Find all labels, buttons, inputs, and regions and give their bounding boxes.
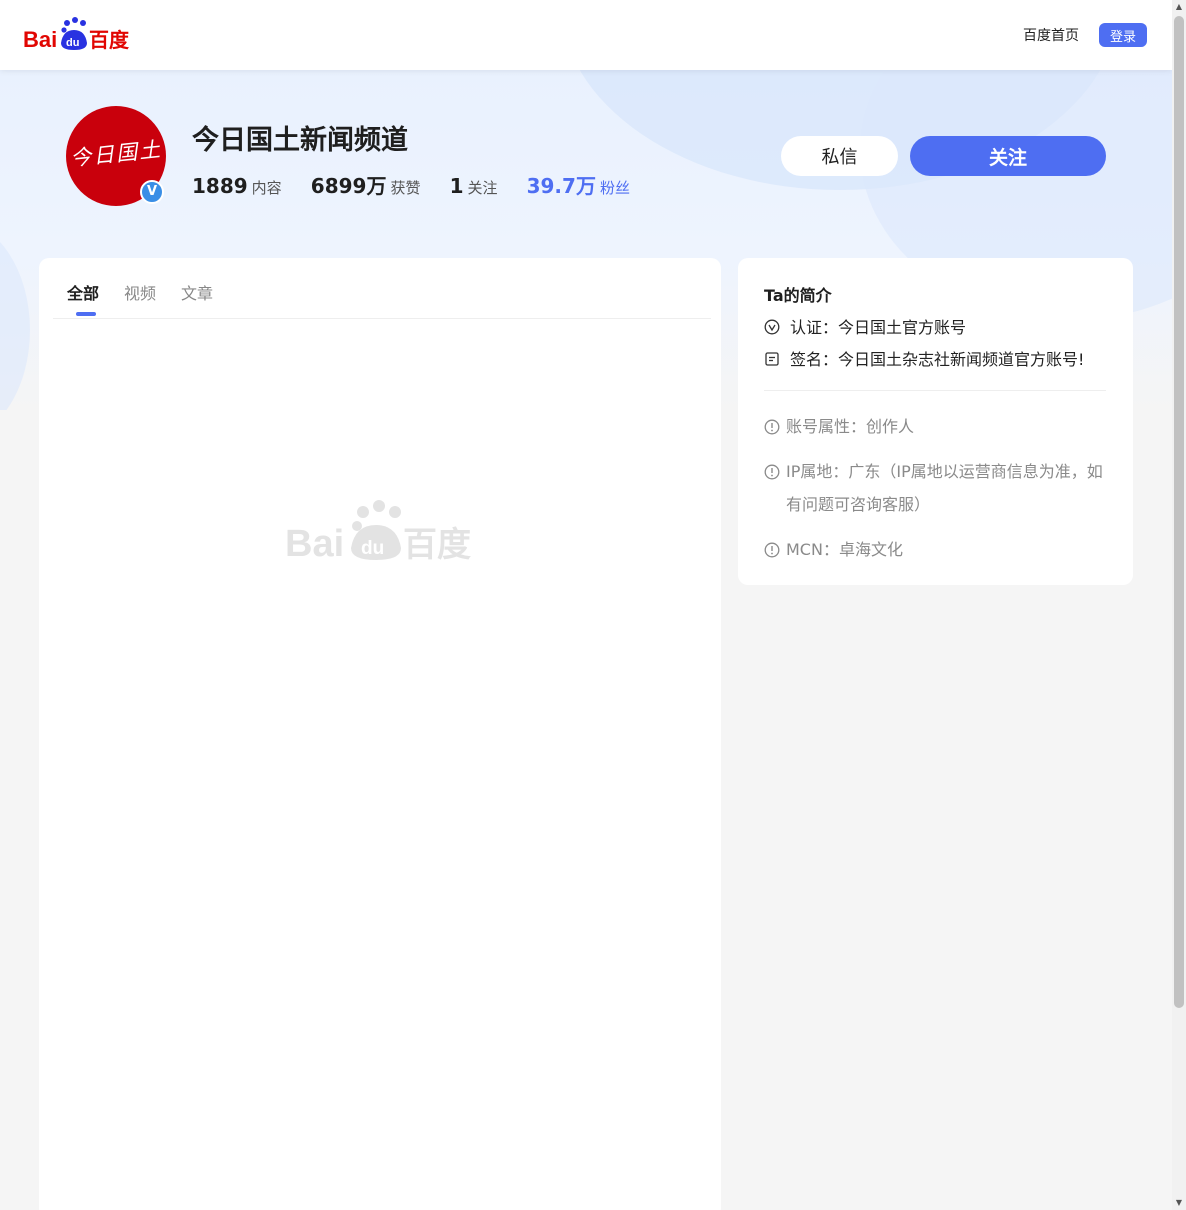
stat-value: 1889 (192, 174, 248, 198)
avatar-calligraphy: 今日国土 (69, 137, 164, 171)
login-button[interactable]: 登录 (1099, 23, 1147, 47)
stat-value: 6899万 (310, 174, 387, 198)
svg-text:Bai: Bai (23, 27, 57, 52)
intro-card: Ta的简介 认证：今日国土官方账号 签名：今日国土杂志社新闻频道官方账号! 账号… (738, 258, 1133, 585)
certification-icon (764, 319, 780, 335)
tab-all[interactable]: 全部 (67, 280, 99, 304)
stat-fans[interactable]: 39.7万 粉丝 (527, 170, 630, 199)
profile-page: Bai du 百度 百度首页 登录 今日国土 V 今日国土新闻频道 1889 内容… (0, 0, 1172, 1210)
stat-value: 1 (449, 174, 464, 198)
intro-divider (764, 390, 1106, 391)
info-icon (764, 419, 780, 435)
account-type-row: 账号属性：创作人 (764, 410, 1109, 443)
verified-badge-icon: V (140, 180, 164, 204)
page-scrollbar[interactable]: ▲ ▼ (1172, 0, 1186, 1210)
content-card: 全部 视频 文章 Bai du 百度 (39, 258, 721, 1210)
top-navigation-bar: Bai du 百度 百度首页 登录 (0, 0, 1172, 70)
stat-label: 获赞 (390, 179, 421, 197)
stat-label: 内容 (251, 179, 282, 197)
svg-text:du: du (66, 37, 79, 49)
signature-text: 签名：今日国土杂志社新闻频道官方账号! (790, 350, 1085, 369)
account-stats: 1889 内容 6899万 获赞 1 关注 39.7万 粉丝 (192, 170, 654, 199)
info-icon (764, 464, 780, 480)
ip-location-text: IP属地：广东（IP属地以运营商信息为准，如有问题可咨询客服） (786, 462, 1103, 514)
tab-article[interactable]: 文章 (181, 280, 213, 304)
tab-video[interactable]: 视频 (124, 280, 156, 304)
account-type-text: 账号属性：创作人 (786, 417, 915, 436)
private-message-button[interactable]: 私信 (781, 136, 898, 176)
svg-text:百度: 百度 (403, 525, 471, 564)
content-tabs: 全部 视频 文章 (53, 258, 711, 319)
mcn-row: MCN：卓海文化 (764, 533, 1109, 566)
stat-content[interactable]: 1889 内容 (192, 174, 282, 198)
follow-button[interactable]: 关注 (910, 136, 1106, 176)
scroll-up-arrow-icon[interactable]: ▲ (1172, 0, 1186, 14)
svg-text:百度: 百度 (89, 28, 129, 52)
svg-text:du: du (361, 538, 384, 559)
account-name: 今日国土新闻频道 (192, 125, 408, 156)
stat-following[interactable]: 1 关注 (450, 174, 498, 198)
active-tab-indicator (76, 312, 96, 316)
stat-label: 关注 (467, 179, 498, 197)
intro-title: Ta的简介 (764, 286, 832, 305)
certification-row: 认证：今日国土官方账号 (764, 314, 966, 338)
signature-row: 签名：今日国土杂志社新闻频道官方账号! (764, 346, 1084, 370)
svg-text:Bai: Bai (285, 523, 344, 564)
empty-state-logo: Bai du 百度 (285, 500, 471, 564)
certification-text: 认证：今日国土官方账号 (790, 318, 967, 337)
ip-location-row: IP属地：广东（IP属地以运营商信息为准，如有问题可咨询客服） (764, 455, 1109, 521)
stat-label: 粉丝 (599, 179, 630, 197)
stat-value: 39.7万 (526, 174, 596, 198)
scroll-down-arrow-icon[interactable]: ▼ (1172, 1196, 1186, 1210)
scrollbar-thumb[interactable] (1174, 16, 1184, 1008)
stat-likes: 6899万 获赞 (311, 170, 421, 199)
mcn-text: MCN：卓海文化 (786, 540, 903, 559)
banner-decoration (0, 220, 30, 410)
signature-icon (765, 352, 779, 366)
baidu-home-link[interactable]: 百度首页 (1023, 25, 1079, 45)
baidu-logo[interactable]: Bai du 百度 (23, 17, 129, 53)
info-icon (764, 542, 780, 558)
